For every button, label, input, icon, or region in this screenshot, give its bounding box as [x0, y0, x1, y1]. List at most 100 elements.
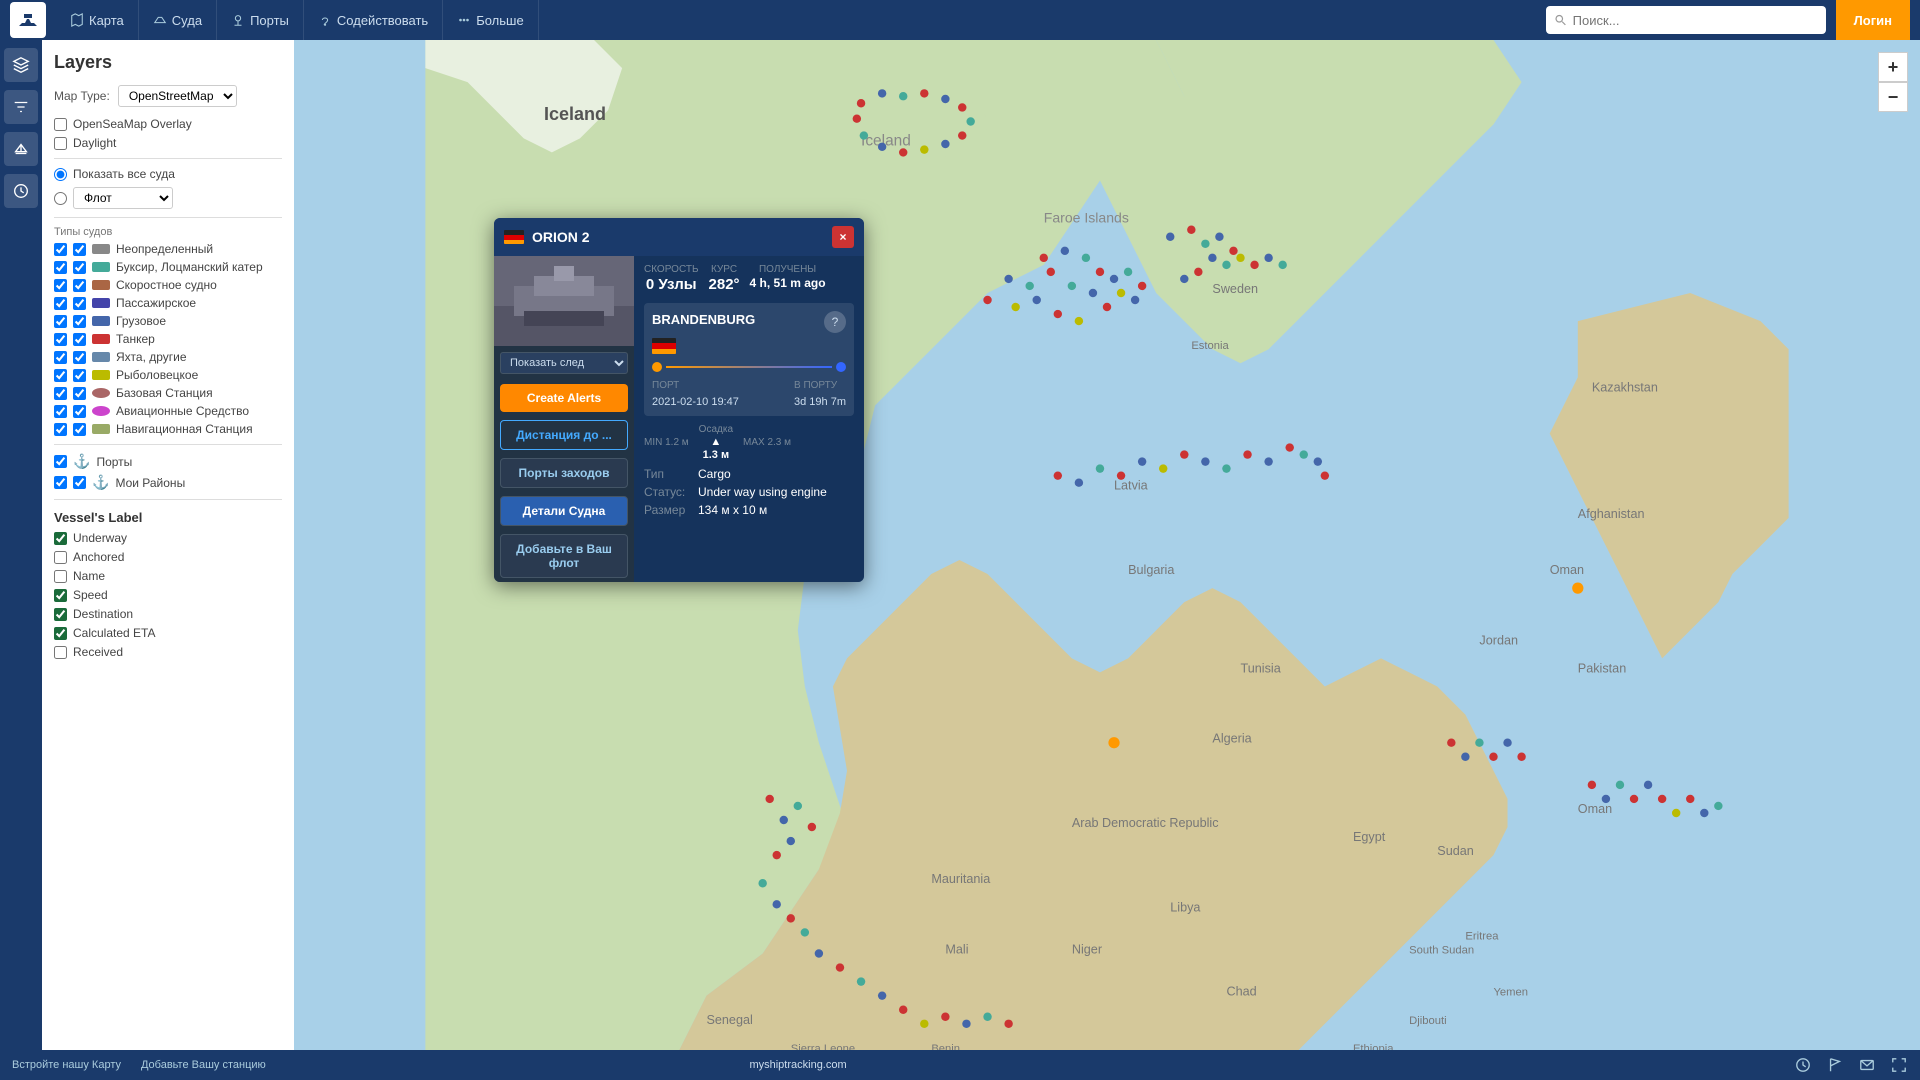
ship-type-row: Тип Cargo [644, 467, 854, 481]
login-button[interactable]: Логин [1836, 0, 1910, 40]
bottom-fullscreen-icon[interactable] [1890, 1056, 1908, 1074]
zoom-in-button[interactable]: + [1878, 52, 1908, 82]
label-underway-cb[interactable] [54, 532, 67, 545]
vtype-passenger-cb2[interactable] [73, 297, 86, 310]
vtype-unspecified-cb2[interactable] [73, 243, 86, 256]
poi-myareas-cb2[interactable] [73, 476, 86, 489]
vtype-highspeed-cb[interactable] [54, 279, 67, 292]
bottom-bar: Встройте нашу Карту Добавьте Вашу станци… [0, 1050, 1920, 1080]
vtype-tug-cb[interactable] [54, 261, 67, 274]
vtype-highspeed-cb2[interactable] [73, 279, 86, 292]
daylight-checkbox[interactable] [54, 137, 67, 150]
svg-text:Oman: Oman [1578, 802, 1612, 816]
vtype-navaid-cb[interactable] [54, 423, 67, 436]
ship-popup-right: Скорость 0 Узлы Курс 282° Получены 4 h, … [634, 256, 864, 582]
vtype-tanker-cb[interactable] [54, 333, 67, 346]
svg-text:Sudan: Sudan [1437, 844, 1474, 858]
svg-text:Egypt: Egypt [1353, 830, 1386, 844]
nav-more[interactable]: Больше [443, 0, 539, 40]
logo[interactable] [10, 2, 46, 38]
sidebar-history-btn[interactable] [4, 174, 38, 208]
vessel-details-button[interactable]: Детали Судна [500, 496, 628, 526]
vtype-unspecified-cb[interactable] [54, 243, 67, 256]
label-underway-label: Underway [73, 531, 127, 545]
poi-myareas-cb1[interactable] [54, 476, 67, 489]
vtype-passenger-cb[interactable] [54, 297, 67, 310]
show-all-radio[interactable] [54, 168, 67, 181]
panel-title: Layers [54, 52, 282, 73]
bottom-flag-icon[interactable] [1826, 1056, 1844, 1074]
vtype-cargo-cb2[interactable] [73, 315, 86, 328]
sidebar-ship-btn[interactable] [4, 132, 38, 166]
vtype-fishing-cb2[interactable] [73, 369, 86, 382]
svg-text:Estonia: Estonia [1191, 340, 1229, 352]
label-name-label: Name [73, 569, 105, 583]
svg-text:Kazakhstan: Kazakhstan [1592, 380, 1658, 394]
poi-ports-cb[interactable] [54, 455, 67, 468]
bottom-email-icon[interactable] [1858, 1056, 1876, 1074]
fleet-select[interactable]: Флот [73, 187, 173, 209]
label-calculated-eta-cb[interactable] [54, 627, 67, 640]
vessel-types-header: Типы судов [54, 226, 282, 238]
build-our-map-link[interactable]: Встройте нашу Карту [12, 1059, 121, 1071]
vtype-navaid-cb2[interactable] [73, 423, 86, 436]
label-anchored-cb[interactable] [54, 551, 67, 564]
nav-map[interactable]: Карта [56, 0, 139, 40]
vtype-fishing-cb[interactable] [54, 369, 67, 382]
nav-assist[interactable]: Содействовать [304, 0, 443, 40]
vtype-tanker-dot [92, 334, 110, 344]
vtype-cargo-cb[interactable] [54, 315, 67, 328]
vtype-tanker-cb2[interactable] [73, 333, 86, 346]
vtype-yacht-cb2[interactable] [73, 351, 86, 364]
vtype-base-cb2[interactable] [73, 387, 86, 400]
bottom-clock-icon[interactable] [1794, 1056, 1812, 1074]
label-received-cb[interactable] [54, 646, 67, 659]
show-trail-select[interactable]: Показать след [500, 352, 628, 374]
map-type-select[interactable]: OpenStreetMap [118, 85, 237, 107]
draft-main: Осадка ▲ 1.3 м [699, 424, 733, 461]
ship-popup-header: ORION 2 × [494, 218, 864, 256]
label-destination-row: Destination [54, 607, 282, 621]
sidebar-layers-btn[interactable] [4, 48, 38, 82]
nav-ports[interactable]: Порты [217, 0, 304, 40]
fleet-radio[interactable] [54, 192, 67, 205]
vtype-base-cb[interactable] [54, 387, 67, 400]
vtype-yacht-cb[interactable] [54, 351, 67, 364]
vtype-cargo: Грузовое [54, 314, 282, 328]
svg-text:Bulgaria: Bulgaria [1128, 563, 1175, 577]
label-destination-cb[interactable] [54, 608, 67, 621]
svg-text:Algeria: Algeria [1212, 732, 1252, 746]
search-bar[interactable] [1546, 6, 1826, 34]
sidebar-filter-btn[interactable] [4, 90, 38, 124]
label-name-cb[interactable] [54, 570, 67, 583]
add-to-fleet-button[interactable]: Добавьте в Ваш флот [500, 534, 628, 578]
vtype-passenger: Пассажирское [54, 296, 282, 310]
fleet-row: Флот [54, 187, 282, 209]
ship-status-row: Статус: Under way using engine [644, 485, 854, 499]
map-type-label: Map Type: [54, 89, 110, 103]
zoom-out-button[interactable]: − [1878, 82, 1908, 112]
create-alerts-button[interactable]: Create Alerts [500, 384, 628, 412]
ship-popup-close-button[interactable]: × [832, 226, 854, 248]
distance-to-button[interactable]: Дистанция до ... [500, 420, 628, 450]
vtype-tug-cb2[interactable] [73, 261, 86, 274]
add-your-station-link[interactable]: Добавьте Вашу станцию [141, 1059, 266, 1071]
sidebar-icons [0, 40, 42, 1080]
svg-text:Afghanistan: Afghanistan [1578, 507, 1645, 521]
voyage-help-icon[interactable]: ? [824, 311, 846, 333]
vtype-highspeed-dot [92, 280, 110, 290]
size-value: 134 м x 10 м [698, 503, 767, 517]
poi-ports-row: ⚓ Порты [54, 453, 282, 470]
vtype-aviation-cb[interactable] [54, 405, 67, 418]
search-input[interactable] [1573, 13, 1818, 28]
nav-vessels[interactable]: Суда [139, 0, 217, 40]
label-speed-cb[interactable] [54, 589, 67, 602]
vtype-aviation-cb2[interactable] [73, 405, 86, 418]
port-visits-button[interactable]: Порты заходов [500, 458, 628, 488]
divider-3 [54, 444, 282, 445]
label-calculated-eta-label: Calculated ETA [73, 626, 155, 640]
ship-size-row: Размер 134 м x 10 м [644, 503, 854, 517]
label-speed-label: Speed [73, 588, 108, 602]
map-area[interactable]: Iceland Faroe Islands Sweden Estonia Lat… [294, 40, 1920, 1080]
opensea-checkbox[interactable] [54, 118, 67, 131]
